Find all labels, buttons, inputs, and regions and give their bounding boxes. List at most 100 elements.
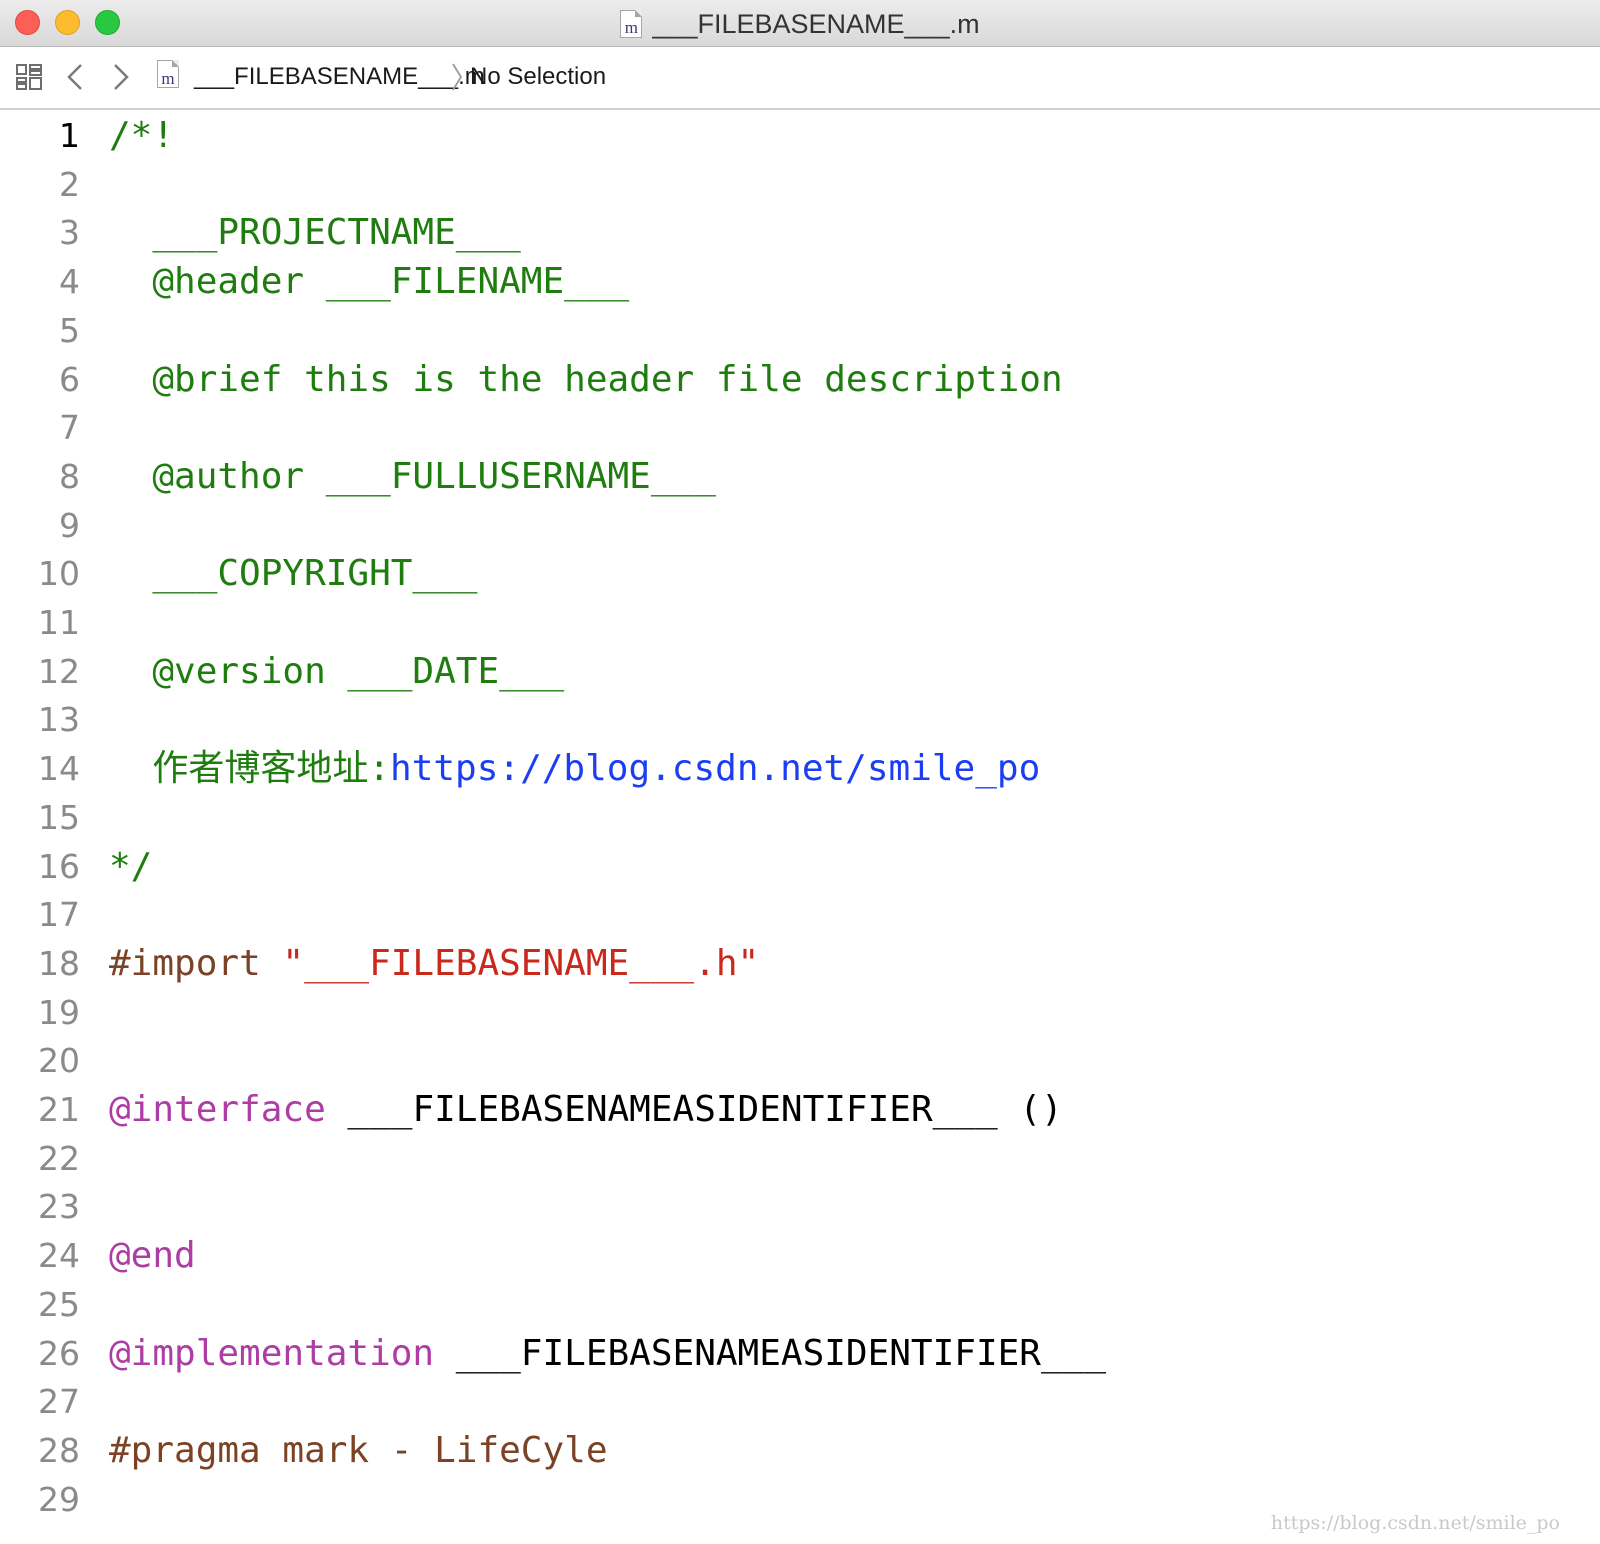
code-line[interactable]: 7 [0, 404, 1600, 452]
watermark: https://blog.csdn.net/smile_po [1270, 1512, 1560, 1534]
breadcrumb-file[interactable]: ___FILEBASENAME___.m [194, 61, 485, 93]
source-editor[interactable]: 1/*! 2 3 ___PROJECTNAME___ 4 @header ___FIL… [0, 110, 1600, 1544]
breadcrumb-file-icon: m [157, 60, 179, 88]
line-number: 19 [38, 992, 80, 1032]
line-number: 16 [38, 846, 80, 886]
window-title-bar: m ___FILEBASENAME___.m [0, 0, 1600, 47]
line-number: 21 [38, 1090, 80, 1129]
line-number: 18 [38, 943, 80, 983]
code-text[interactable]: @author ___FULLUSERNAME___ [109, 453, 716, 501]
code-text[interactable]: @end [109, 1232, 196, 1280]
code-line[interactable]: 9 [0, 502, 1600, 550]
line-number: 17 [38, 895, 80, 935]
code-token: @implementation [109, 1332, 435, 1374]
code-token: */ [109, 845, 153, 887]
code-token: @brief this is the header file descripti… [109, 358, 1063, 400]
code-text[interactable]: */ [109, 843, 152, 891]
code-line[interactable]: 10 ___COPYRIGHT___ [0, 550, 1600, 598]
line-number: 5 [59, 310, 80, 350]
code-text[interactable]: @header ___FILENAME___ [109, 258, 629, 306]
code-text[interactable]: ___COPYRIGHT___ [109, 550, 477, 598]
code-line[interactable]: 25 [0, 1281, 1600, 1329]
line-number: 25 [38, 1284, 80, 1324]
line-number: 15 [38, 797, 80, 837]
code-text[interactable]: @interface ___FILEBASENAMEASIDENTIFIER__… [109, 1086, 1063, 1134]
line-number: 4 [59, 262, 80, 302]
line-number: 22 [38, 1138, 80, 1178]
code-token: @end [109, 1235, 196, 1277]
code-line[interactable]: 18 #import "___FILEBASENAME___.h" [0, 940, 1600, 988]
code-line[interactable]: 2 [0, 161, 1600, 209]
window-title: m ___FILEBASENAME___.m [0, 6, 1600, 42]
code-line[interactable]: 23 [0, 1183, 1600, 1231]
code-token: @version ___DATE___ [109, 650, 565, 692]
code-line[interactable]: 19 [0, 989, 1600, 1037]
code-line[interactable]: 5 [0, 307, 1600, 355]
code-token: ___COPYRIGHT___ [109, 553, 478, 595]
code-line[interactable]: 8 @author ___FULLUSERNAME___ [0, 453, 1600, 501]
code-token: @interface [109, 1089, 326, 1130]
code-line[interactable]: 14 作者博客地址:https://blog.csdn.net/smile_po [0, 745, 1600, 793]
line-number: 10 [38, 554, 80, 594]
line-number: 24 [38, 1236, 80, 1276]
navigate-forward-icon[interactable] [110, 61, 132, 93]
line-number: 29 [38, 1479, 80, 1519]
code-token: @author ___FULLUSERNAME___ [109, 455, 716, 497]
line-number: 2 [59, 164, 80, 204]
code-line[interactable]: 21 @interface ___FILEBASENAMEASIDENTIFIER… [0, 1086, 1600, 1134]
code-line[interactable]: 16 */ [0, 843, 1600, 891]
line-number: 28 [38, 1430, 80, 1470]
code-line[interactable]: 17 [0, 891, 1600, 939]
code-token: ___FILEBASENAMEASIDENTIFIER___ [434, 1332, 1106, 1374]
code-text[interactable]: #import "___FILEBASENAME___.h" [109, 940, 759, 988]
code-line[interactable]: 15 [0, 794, 1600, 842]
line-number: 14 [38, 749, 80, 789]
line-number: 6 [59, 359, 80, 399]
code-token: "___FILEBASENAME___.h" [282, 942, 760, 984]
code-token: #import [109, 942, 283, 984]
code-text[interactable]: @implementation ___FILEBASENAMEASIDENTIF… [109, 1330, 1106, 1378]
code-link[interactable]: https://blog.csdn.net/smile_po [390, 748, 1040, 789]
line-number: 26 [38, 1333, 80, 1373]
navigate-back-icon[interactable] [64, 61, 86, 93]
window-title-text: ___FILEBASENAME___.m [652, 8, 980, 39]
code-token: @header ___FILENAME___ [109, 261, 630, 303]
code-line[interactable]: 1 /*! [0, 112, 1600, 160]
breadcrumb-selection[interactable]: No Selection [470, 61, 606, 93]
code-line[interactable]: 6 @brief this is the header file descrip… [0, 356, 1600, 404]
code-line[interactable]: 28 #pragma mark - LifeCyle [0, 1427, 1600, 1475]
line-number: 3 [59, 213, 80, 253]
code-text[interactable]: /*! [109, 112, 174, 160]
code-line[interactable]: 13 [0, 696, 1600, 744]
code-line[interactable]: 22 [0, 1135, 1600, 1183]
line-number: 8 [59, 456, 80, 496]
code-line[interactable]: 20 [0, 1037, 1600, 1085]
code-line[interactable]: 26 @implementation ___FILEBASENAMEASIDENT… [0, 1330, 1600, 1378]
code-line[interactable]: 11 [0, 599, 1600, 647]
code-text[interactable]: 作者博客地址:https://blog.csdn.net/smile_po [109, 745, 1040, 793]
code-line[interactable]: 3 ___PROJECTNAME___ [0, 209, 1600, 257]
related-items-grid-icon[interactable] [15, 63, 43, 91]
code-token: ___FILEBASENAMEASIDENTIFIER___ () [325, 1089, 1063, 1130]
breadcrumb-separator-icon [452, 63, 463, 91]
line-number: 13 [38, 700, 80, 740]
code-token: 作者博客地址: [109, 748, 391, 790]
code-line[interactable]: 27 [0, 1378, 1600, 1426]
code-text[interactable]: #pragma mark - LifeCyle [109, 1427, 608, 1475]
line-number: 7 [59, 408, 80, 448]
line-number: 12 [38, 651, 80, 691]
line-number: 9 [59, 505, 80, 545]
objc-file-icon: m [620, 10, 643, 38]
line-number: 11 [38, 603, 80, 642]
code-text[interactable]: ___PROJECTNAME___ [109, 209, 521, 257]
code-line[interactable]: 24 @end [0, 1232, 1600, 1280]
jump-bar: m ___FILEBASENAME___.m No Selection [0, 47, 1600, 110]
code-line[interactable]: 4 @header ___FILENAME___ [0, 258, 1600, 306]
code-text[interactable]: @brief this is the header file descripti… [109, 356, 1063, 404]
code-token: ___PROJECTNAME___ [109, 212, 521, 254]
code-text[interactable]: @version ___DATE___ [109, 648, 564, 696]
line-number: 1 [59, 116, 80, 155]
line-number: 20 [38, 1041, 80, 1081]
code-token: /*! [109, 115, 175, 156]
code-line[interactable]: 12 @version ___DATE___ [0, 648, 1600, 696]
